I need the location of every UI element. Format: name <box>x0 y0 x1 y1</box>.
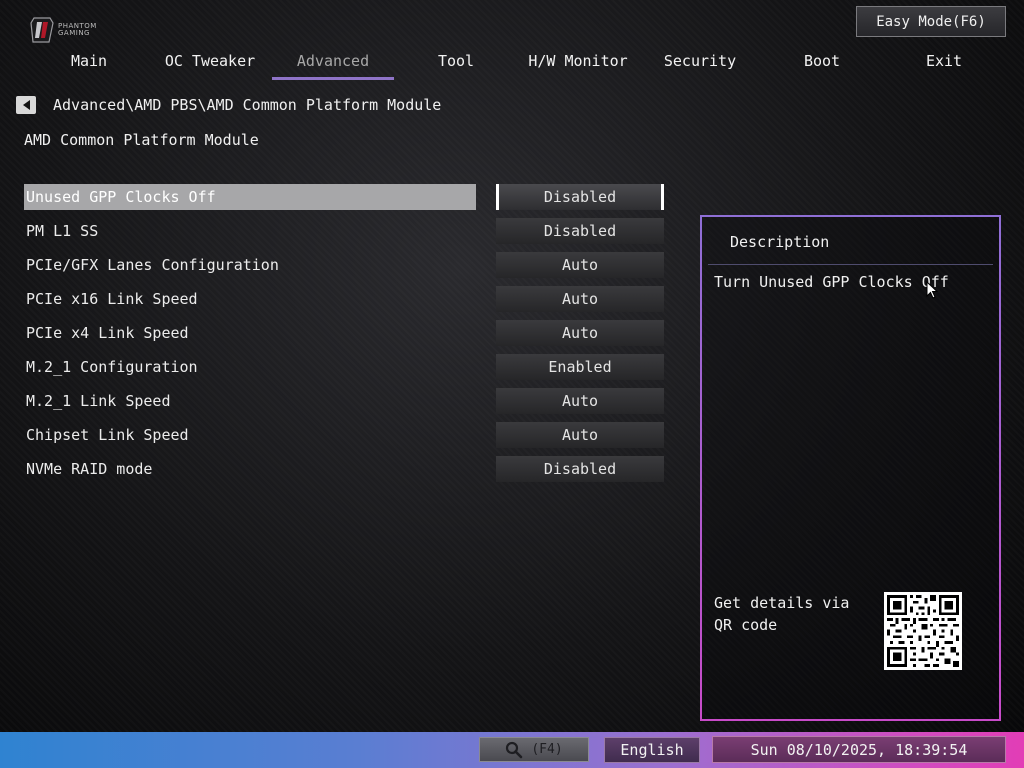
setting-label: M.2_1 Configuration <box>26 358 198 376</box>
mouse-cursor-icon <box>926 281 938 299</box>
setting-label: M.2_1 Link Speed <box>26 392 171 410</box>
language-button[interactable]: English <box>604 737 700 763</box>
date-time-display[interactable]: Sun 08/10/2025, 18:39:54 <box>712 736 1006 763</box>
logo-emblem-icon <box>30 17 54 43</box>
setting-value-dropdown[interactable]: Disabled <box>496 456 664 482</box>
setting-label: NVMe RAID mode <box>26 460 153 478</box>
description-text: Turn Unused GPP Clocks Off <box>714 273 949 291</box>
tab-security[interactable]: Security <box>639 48 761 80</box>
phantom-gaming-logo: PHANTOM GAMING <box>30 14 110 46</box>
back-button[interactable] <box>16 96 36 114</box>
setting-value-dropdown[interactable]: Enabled <box>496 354 664 380</box>
setting-value-dropdown[interactable]: Auto <box>496 252 664 278</box>
description-title: Description <box>730 233 830 251</box>
setting-value-dropdown[interactable]: Auto <box>496 320 664 346</box>
breadcrumb: Advanced\AMD PBS\AMD Common Platform Mod… <box>53 96 442 114</box>
setting-label: PM L1 SS <box>26 222 99 240</box>
settings-list: Unused GPP Clocks Off Disabled PM L1 SS … <box>24 183 666 489</box>
description-divider <box>708 264 993 265</box>
tab-exit[interactable]: Exit <box>883 48 1005 80</box>
tab-hw-monitor[interactable]: H/W Monitor <box>517 48 639 80</box>
setting-label: PCIe/GFX Lanes Configuration <box>26 256 279 274</box>
tab-advanced[interactable]: Advanced <box>272 48 394 80</box>
setting-value-dropdown[interactable]: Disabled <box>496 184 664 210</box>
setting-row-pcie-x16-link-speed[interactable]: PCIe x16 Link Speed Auto <box>24 285 666 319</box>
main-tabs: Main OC Tweaker Advanced Tool H/W Monito… <box>28 48 988 80</box>
tab-main[interactable]: Main <box>28 48 150 80</box>
setting-row-chipset-link-speed[interactable]: Chipset Link Speed Auto <box>24 421 666 455</box>
setting-label: PCIe x16 Link Speed <box>26 290 198 308</box>
setting-value-dropdown[interactable]: Auto <box>496 422 664 448</box>
back-arrow-icon <box>22 100 30 110</box>
page-title: AMD Common Platform Module <box>24 131 259 149</box>
description-panel: Description Turn Unused GPP Clocks Off G… <box>700 215 1001 721</box>
setting-row-pcie-gfx-lanes[interactable]: PCIe/GFX Lanes Configuration Auto <box>24 251 666 285</box>
tab-oc-tweaker[interactable]: OC Tweaker <box>149 48 271 80</box>
setting-row-m2-1-link-speed[interactable]: M.2_1 Link Speed Auto <box>24 387 666 421</box>
search-icon <box>506 741 523 758</box>
setting-value-dropdown[interactable]: Disabled <box>496 218 664 244</box>
qr-code-icon <box>884 592 962 670</box>
setting-row-pcie-x4-link-speed[interactable]: PCIe x4 Link Speed Auto <box>24 319 666 353</box>
setting-row-pm-l1-ss[interactable]: PM L1 SS Disabled <box>24 217 666 251</box>
setting-label: Chipset Link Speed <box>26 426 189 444</box>
setting-value-dropdown[interactable]: Auto <box>496 388 664 414</box>
setting-row-m2-1-configuration[interactable]: M.2_1 Configuration Enabled <box>24 353 666 387</box>
tab-boot[interactable]: Boot <box>761 48 883 80</box>
setting-row-nvme-raid-mode[interactable]: NVMe RAID mode Disabled <box>24 455 666 489</box>
setting-value-dropdown[interactable]: Auto <box>496 286 664 312</box>
search-shortcut-label: (F4) <box>531 742 563 757</box>
easy-mode-button[interactable]: Easy Mode(F6) <box>856 6 1006 37</box>
logo-text-line2: GAMING <box>58 29 90 37</box>
search-button[interactable]: (F4) <box>479 737 589 762</box>
tab-tool[interactable]: Tool <box>395 48 517 80</box>
setting-label: Unused GPP Clocks Off <box>24 184 476 210</box>
setting-row-unused-gpp-clocks-off[interactable]: Unused GPP Clocks Off Disabled <box>24 183 666 217</box>
setting-label: PCIe x4 Link Speed <box>26 324 189 342</box>
qr-caption: Get details via QR code <box>714 594 850 634</box>
